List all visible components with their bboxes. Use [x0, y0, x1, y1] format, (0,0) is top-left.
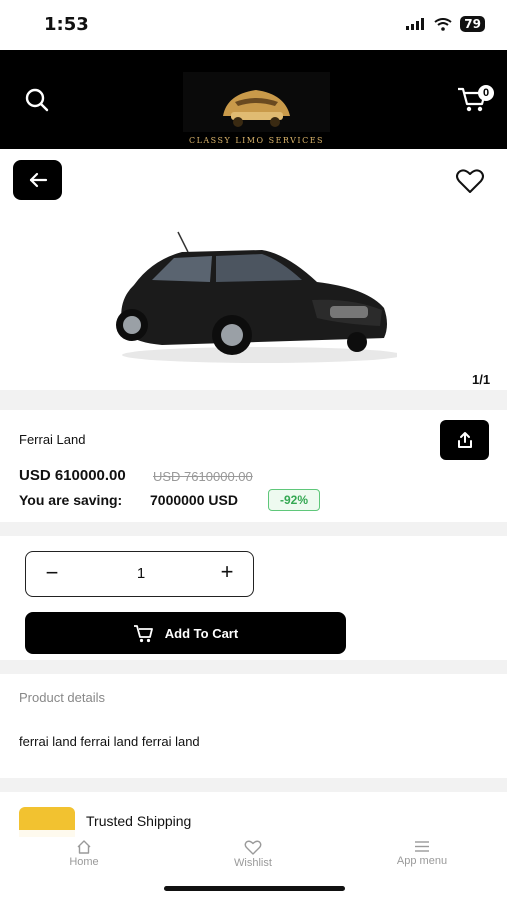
app-header: CLASSY LIMO SERVICES 0 — [0, 50, 507, 149]
nav-home-label: Home — [69, 856, 99, 868]
battery-indicator: 79 — [460, 16, 485, 32]
details-heading: Product details — [19, 690, 105, 705]
car-logo-icon — [183, 72, 330, 132]
original-price: USD 7610000.00 — [153, 469, 253, 484]
add-to-cart-label: Add To Cart — [164, 625, 239, 641]
status-time: 1:53 — [44, 14, 89, 35]
quantity-stepper: − 1 + — [25, 551, 254, 597]
divider — [0, 778, 507, 792]
share-icon — [457, 432, 472, 448]
wifi-icon — [434, 17, 452, 31]
decrease-quantity-button[interactable]: − — [42, 562, 62, 584]
share-button[interactable] — [440, 420, 489, 460]
nav-wishlist-label: Wishlist — [234, 857, 272, 869]
increase-quantity-button[interactable]: + — [217, 561, 237, 583]
quantity-value[interactable]: 1 — [126, 565, 156, 582]
product-image[interactable] — [112, 230, 397, 365]
logo-text: CLASSY LIMO SERVICES — [188, 136, 325, 145]
divider — [0, 390, 507, 410]
saving-amount: 7000000 USD — [150, 492, 238, 508]
cart-icon — [133, 625, 153, 643]
details-text: ferrai land ferrai land ferrai land — [19, 734, 200, 749]
divider — [0, 660, 507, 674]
search-icon[interactable] — [24, 87, 50, 113]
home-icon — [77, 840, 91, 854]
divider — [0, 522, 507, 536]
nav-home[interactable]: Home — [34, 840, 134, 868]
image-counter: 1/1 — [472, 372, 491, 387]
nav-app-menu-label: App menu — [396, 855, 448, 867]
heart-icon — [244, 840, 262, 855]
heart-icon[interactable] — [455, 168, 485, 194]
status-icons: 79 — [406, 16, 485, 32]
nav-app-menu[interactable]: App menu — [372, 840, 472, 867]
back-button[interactable] — [13, 160, 62, 200]
status-bar: 1:53 79 — [0, 0, 507, 50]
arrow-left-icon — [29, 172, 47, 188]
product-title: Ferrai Land — [19, 432, 86, 447]
saving-label: You are saving: — [19, 492, 123, 508]
shipping-label: Trusted Shipping — [86, 813, 192, 829]
home-indicator — [164, 886, 345, 891]
signal-icon — [406, 18, 425, 30]
menu-icon — [415, 841, 429, 852]
nav-wishlist[interactable]: Wishlist — [203, 840, 303, 869]
current-price: USD 610000.00 — [19, 467, 126, 484]
discount-badge: -92% — [268, 489, 320, 511]
cart-count-badge: 0 — [478, 85, 494, 101]
add-to-cart-button[interactable]: Add To Cart — [25, 612, 346, 654]
